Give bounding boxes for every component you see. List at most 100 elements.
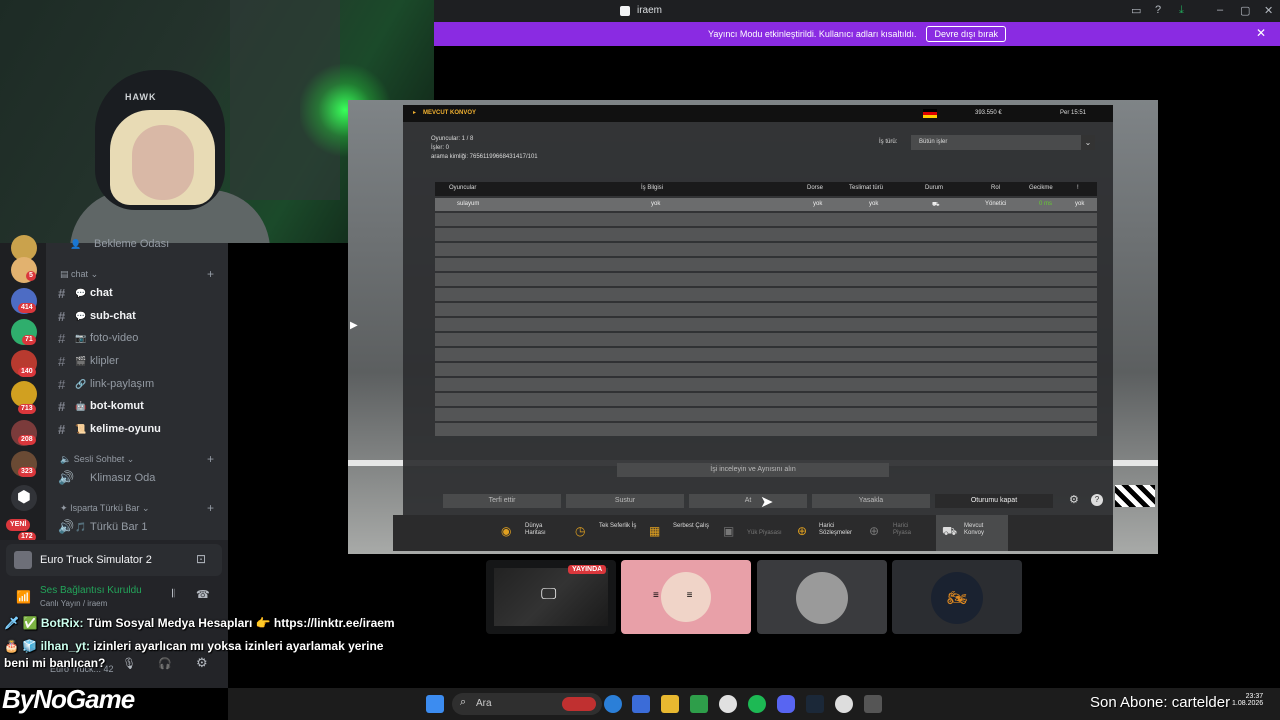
voice-channel-waiting[interactable]: 👤 Bekleme Odası	[58, 235, 169, 253]
disconnect-icon[interactable]: ☎	[196, 588, 210, 601]
windows-start-icon[interactable]	[426, 695, 444, 713]
unread-badge: 5	[26, 271, 36, 281]
tab-freelance[interactable]: Serbest Çalış	[673, 523, 709, 530]
channel-name: Klimasız Oda	[90, 472, 156, 484]
maximize-icon[interactable]: ▢	[1240, 4, 1250, 17]
store-icon[interactable]	[632, 695, 650, 713]
search-highlight-icon	[562, 697, 596, 711]
channel-name: link-paylaşım	[90, 378, 155, 390]
category-sesli-sohbet[interactable]: 🔈 Sesli Sohbet ⌄	[60, 454, 134, 465]
voice-channel-klimasiz-oda[interactable]: 🔊 Klimasız Oda	[58, 469, 155, 487]
soundwave-icon[interactable]: 𝄃	[172, 588, 174, 601]
table-row	[435, 288, 1097, 301]
unread-badge: 323	[18, 467, 36, 477]
channel-item-foto-video[interactable]: # 📷 foto-video	[58, 329, 138, 347]
add-channel-icon[interactable]: +	[207, 267, 214, 281]
tab-external-market[interactable]: Harici Piyasa	[893, 523, 923, 537]
truck-status-icon: ⛟	[932, 202, 940, 208]
channel-item-kelime-oyunu[interactable]: # 📜 kelime-oyunu	[58, 420, 161, 438]
job-filter-select[interactable]: Bütün işler ⌄	[911, 135, 1095, 150]
server-list: 5 414 71 140 713 208 323 ⬢ YENİ 172	[0, 235, 46, 543]
promote-button[interactable]: Terfi ettir	[443, 494, 561, 508]
discord-icon[interactable]	[777, 695, 795, 713]
help-icon[interactable]: ?	[1155, 4, 1161, 16]
ban-button[interactable]: Yasakla	[812, 494, 930, 508]
activity-card[interactable]: Euro Truck Simulator 2 ⊡	[6, 544, 222, 576]
webcam-cap-text: HAWK	[125, 92, 157, 102]
category-chat[interactable]: ▤ chat ⌄	[60, 269, 98, 280]
stream-settings-icon[interactable]: ⊡	[196, 552, 206, 566]
table-row	[435, 393, 1097, 406]
chat-text: izinleri ayarlıcan mı yoksa izinleri aya…	[93, 639, 384, 653]
convoy-icon: ⛟	[942, 524, 958, 538]
chrome-icon[interactable]	[719, 695, 737, 713]
cell-ping: 0 ms	[1039, 201, 1053, 207]
game-name: Euro Truck Simulator 2	[40, 554, 152, 566]
spotify-icon[interactable]	[748, 695, 766, 713]
mute-button[interactable]: Sustur	[566, 494, 684, 508]
game-header: ▸ MEVCUT KONVOY 393.550 € Per 15:51	[403, 105, 1113, 122]
voice-status: Ses Bağlantısı Kuruldu	[40, 585, 142, 596]
channel-emoji: 📜	[75, 423, 87, 434]
music-icon: 🎵	[75, 521, 87, 532]
minimize-icon[interactable]: –	[1217, 4, 1223, 16]
table-row[interactable]: sulayum yok yok yok ⛟ Yönetici 0 ms yok	[435, 198, 1097, 211]
download-icon[interactable]: ⤓	[1179, 4, 1184, 17]
kick-button[interactable]: At	[689, 494, 807, 508]
help-icon[interactable]: ?	[1091, 494, 1103, 506]
channel-item-link-paylasim[interactable]: # 🔗 link-paylaşım	[58, 375, 154, 393]
participant-tile-2[interactable]	[757, 560, 887, 634]
tab-single-job[interactable]: Tek Seferlik İş	[599, 523, 639, 530]
obs-icon[interactable]	[835, 695, 853, 713]
avatar	[796, 572, 848, 624]
inspect-job-button[interactable]: İşi inceleyin ve Aynısını alın	[617, 463, 889, 477]
cube-icon: 🧊	[22, 639, 38, 653]
taskbar-search[interactable]: ⌕ Ara	[452, 693, 602, 715]
contracts-icon: ⊕	[797, 524, 808, 538]
headphones-icon[interactable]: 🎧	[158, 657, 172, 670]
table-row	[435, 243, 1097, 256]
table-row	[435, 348, 1097, 361]
channel-sidebar: 👤 Bekleme Odası ▤ chat ⌄ + # 💬 chat # 💬 …	[46, 238, 228, 543]
participant-tile-3[interactable]: 🏍	[892, 560, 1022, 634]
disable-streamer-mode-button[interactable]: Devre dışı bırak	[926, 26, 1006, 42]
tab-current-convoy[interactable]: ⛟ Mevcut Konvoy	[936, 515, 1008, 551]
channel-item-chat[interactable]: # 💬 chat	[58, 284, 113, 302]
stream-thumbnail-game[interactable]: 🖵 YAYINDA	[486, 560, 616, 634]
game-tab-bar: ◉ Dünya Haritası ◷ Tek Seferlik İş ▦ Ser…	[393, 515, 1113, 551]
close-window-icon[interactable]: ✕	[1264, 4, 1273, 17]
participant-tile-1[interactable]: ≡ ≡	[621, 560, 751, 634]
steam-icon[interactable]	[806, 695, 824, 713]
channel-item-bot-komut[interactable]: # 🤖 bot-komut	[58, 397, 144, 415]
tab-cargo-market[interactable]: Yük Piyasası	[747, 530, 782, 537]
add-channel-icon[interactable]: +	[207, 501, 214, 515]
game-time: Per 15:51	[1060, 110, 1087, 116]
live-badge: YAYINDA	[568, 565, 607, 574]
file-explorer-icon[interactable]	[661, 695, 679, 713]
speaker-icon: 🔈	[60, 454, 72, 464]
settings-gear-icon[interactable]: ⚙	[1069, 493, 1079, 506]
hash-icon: #	[58, 421, 66, 437]
tab-world-map[interactable]: Dünya Haritası	[525, 523, 561, 537]
column-header: Oyuncular	[449, 185, 477, 191]
channel-item-sub-chat[interactable]: # 💬 sub-chat	[58, 307, 136, 325]
inbox-icon[interactable]: ▭	[1131, 4, 1141, 17]
gear-icon[interactable]: ⚙	[196, 655, 208, 671]
logout-session-button[interactable]: Oturumu kapat	[935, 494, 1053, 508]
hash-icon: #	[58, 398, 66, 414]
close-icon[interactable]: ✕	[1256, 26, 1266, 40]
channel-item-klipler[interactable]: # 🎬 klipler	[58, 352, 119, 370]
cake-icon: 🎂	[4, 639, 19, 653]
voice-channel-turku-bar-1[interactable]: 🔊 🎵 Türkü Bar 1	[58, 518, 147, 536]
edge-browser-icon[interactable]	[604, 695, 622, 713]
hexagon-server-icon[interactable]: ⬢	[11, 485, 37, 511]
add-channel-icon[interactable]: +	[207, 452, 214, 466]
category-isparta-turku-bar[interactable]: ✦ Isparta Türkü Bar ⌄	[60, 503, 150, 514]
truck-app-icon[interactable]	[864, 695, 882, 713]
microphone-icon[interactable]: 🎙	[122, 657, 136, 670]
search-icon: ⌕	[460, 696, 467, 708]
boxes-icon: ▦	[649, 524, 661, 538]
channel-name: kelime-oyunu	[90, 423, 161, 435]
sheets-icon[interactable]	[690, 695, 708, 713]
tab-external-contracts[interactable]: Harici Sözleşmeler	[819, 523, 863, 537]
